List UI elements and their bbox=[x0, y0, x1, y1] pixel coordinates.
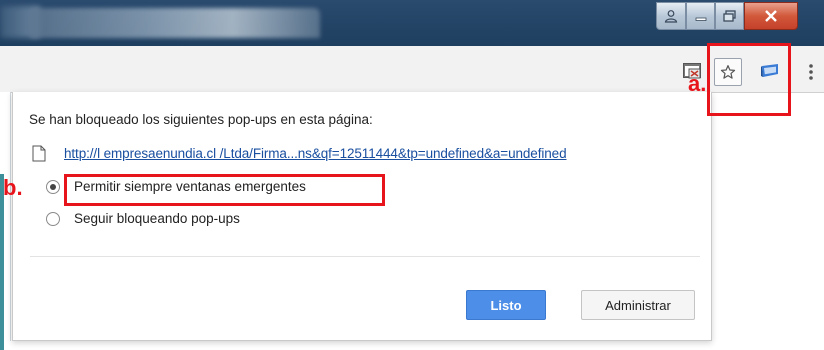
annotation-box-a bbox=[707, 43, 791, 116]
minimize-button[interactable] bbox=[686, 2, 715, 30]
radio-keep-blocking-label[interactable]: Seguir bloqueando pop-ups bbox=[74, 211, 240, 226]
page-content-edge bbox=[0, 92, 11, 350]
radio-keep-blocking[interactable] bbox=[46, 212, 60, 226]
window-title-bar bbox=[0, 0, 824, 46]
manage-button[interactable]: Administrar bbox=[581, 290, 695, 320]
annotation-label-a: a. bbox=[688, 71, 707, 96]
maximize-icon bbox=[723, 10, 736, 22]
annotation-label-b: b. bbox=[3, 175, 23, 200]
close-button[interactable] bbox=[744, 2, 798, 30]
annotation-box-b bbox=[64, 174, 385, 206]
radio-always-allow[interactable] bbox=[46, 180, 60, 194]
close-icon bbox=[765, 10, 777, 22]
profile-button[interactable] bbox=[656, 2, 686, 30]
minimize-icon bbox=[695, 17, 706, 21]
person-icon bbox=[664, 10, 678, 23]
page-accent-bar bbox=[0, 174, 4, 350]
menu-icon bbox=[809, 64, 813, 80]
document-icon bbox=[32, 145, 46, 162]
maximize-button[interactable] bbox=[715, 2, 744, 30]
browser-tab[interactable] bbox=[30, 8, 320, 38]
bubble-divider bbox=[30, 256, 700, 257]
done-button[interactable]: Listo bbox=[466, 290, 546, 320]
blocked-popup-link[interactable]: http://l empresaenundia.cl /Ltda/Firma..… bbox=[64, 146, 567, 161]
chrome-menu-button[interactable] bbox=[804, 60, 818, 84]
redacted-area bbox=[80, 274, 290, 288]
bubble-heading: Se han bloqueado los siguientes pop-ups … bbox=[29, 112, 373, 127]
